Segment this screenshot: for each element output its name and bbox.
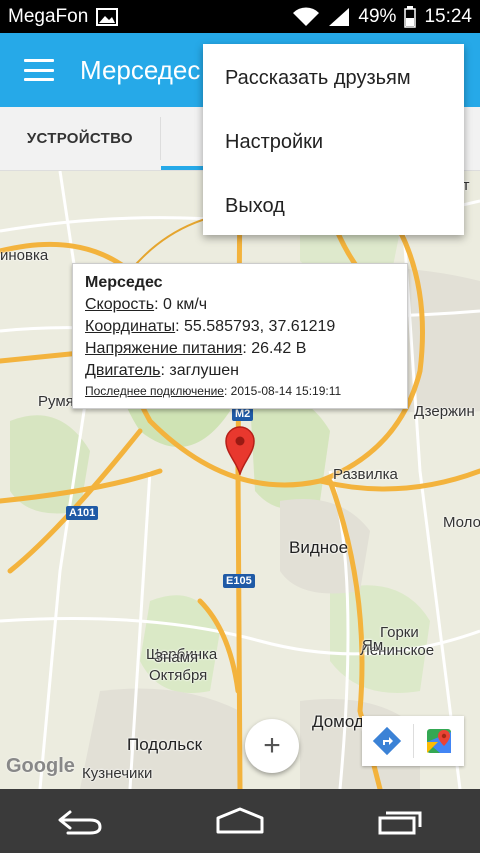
menu-icon[interactable] [24, 59, 54, 81]
info-last-connection-row: Последнее подключение: 2015-08-14 15:19:… [85, 384, 342, 398]
menu-item-share[interactable]: Рассказать друзьям [203, 46, 464, 110]
directions-icon [373, 726, 402, 756]
engine-label: Двигатель [85, 362, 161, 379]
open-in-maps-button[interactable] [414, 716, 465, 766]
battery-icon [404, 5, 417, 28]
marker-info-window[interactable]: Мерседес Скорость: 0 км/ч Координаты: 55… [72, 263, 408, 409]
place-label: Подольск [127, 735, 203, 754]
tab-device[interactable]: УСТРОЙСТВО [0, 107, 160, 170]
speed-label: Скорость [85, 296, 155, 313]
status-bar: MegaFon 49% 15:24 [0, 0, 480, 33]
place-label: Дзержин [414, 403, 475, 420]
battery-level: 49% [358, 5, 397, 27]
menu-item-settings[interactable]: Настройки [203, 110, 464, 174]
place-label: иновка [0, 247, 49, 264]
place-label: Кузнечики [82, 765, 153, 782]
road-shield: A101 [66, 506, 99, 520]
home-icon [216, 807, 264, 834]
place-label: Октября [149, 667, 208, 684]
place-label: Горки [380, 624, 419, 641]
recent-apps-button[interactable] [360, 796, 440, 846]
page-title: Мерседес [80, 54, 201, 85]
carrier-name: MegaFon [8, 5, 89, 27]
overflow-menu: Рассказать друзьям Настройки Выход [203, 44, 464, 235]
info-voltage-row: Напряжение питания: 26.42 В [85, 340, 307, 357]
info-engine-row: Двигатель: заглушен [85, 362, 240, 379]
info-title: Мерседес [85, 274, 163, 291]
clock: 15:24 [424, 5, 472, 27]
place-label: Развилка [333, 466, 398, 483]
road-shield: E105 [223, 574, 255, 588]
google-maps-icon [426, 729, 451, 753]
coords-label: Координаты [85, 318, 176, 335]
menu-item-exit[interactable]: Выход [203, 174, 464, 238]
gallery-notification-icon [96, 7, 119, 26]
place-label: Ям [362, 637, 384, 654]
signal-icon [328, 7, 350, 27]
last-connection-label: Последнее подключение [85, 384, 224, 398]
google-logo: Google [6, 755, 75, 777]
map-toolbar [362, 716, 464, 766]
back-icon [58, 810, 102, 835]
map-view[interactable]: иновка Румянцево Дзержин Развилка Видное… [0, 171, 480, 789]
place-label: Моло [443, 514, 480, 531]
voltage-value: 26.42 В [251, 340, 307, 357]
info-coords-row: Координаты: 55.585793, 37.61219 [85, 318, 336, 335]
coords-value: 55.585793, 37.61219 [184, 318, 336, 335]
voltage-label: Напряжение питания [85, 340, 243, 357]
home-button[interactable] [200, 796, 280, 846]
wifi-icon [292, 6, 320, 27]
speed-value: 0 км/ч [162, 296, 208, 313]
zoom-in-button[interactable]: + [245, 719, 299, 773]
system-nav-bar [0, 789, 480, 853]
location-pin-icon[interactable] [224, 425, 256, 475]
road-shield: M2 [232, 407, 254, 421]
directions-button[interactable] [362, 716, 413, 766]
last-connection-value: 2015-08-14 15:19:11 [230, 384, 342, 398]
place-label: Видное [289, 538, 349, 557]
recent-apps-icon [378, 811, 422, 835]
place-label: Знамя [154, 649, 199, 666]
info-speed-row: Скорость: 0 км/ч [85, 296, 208, 313]
back-button[interactable] [40, 796, 120, 846]
engine-value: заглушен [169, 362, 240, 379]
